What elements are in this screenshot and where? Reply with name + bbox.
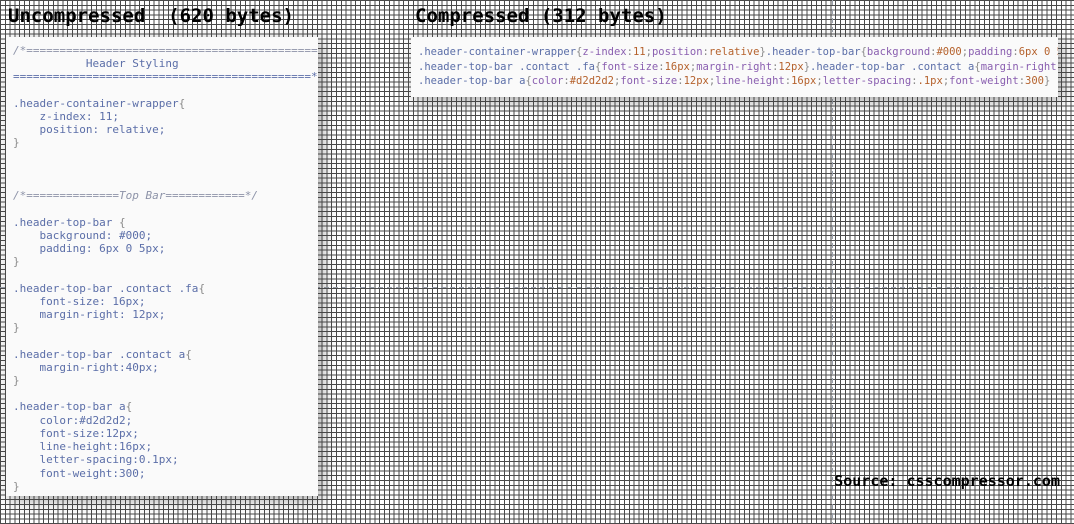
compressed-code-text: .header-container-wrapper{z-index:11;pos… [418, 46, 1058, 88]
source-credit-label: Source: csscompressor.com [834, 472, 1060, 490]
uncompressed-code-panel: /*======================================… [6, 37, 318, 496]
compressed-section-title: Compressed (312 bytes) [415, 5, 667, 27]
uncompressed-section-title: Uncompressed (620 bytes) [8, 5, 294, 27]
compressed-code-panel: .header-container-wrapper{z-index:11;pos… [411, 37, 1058, 97]
uncompressed-code-text: /*======================================… [13, 44, 318, 493]
